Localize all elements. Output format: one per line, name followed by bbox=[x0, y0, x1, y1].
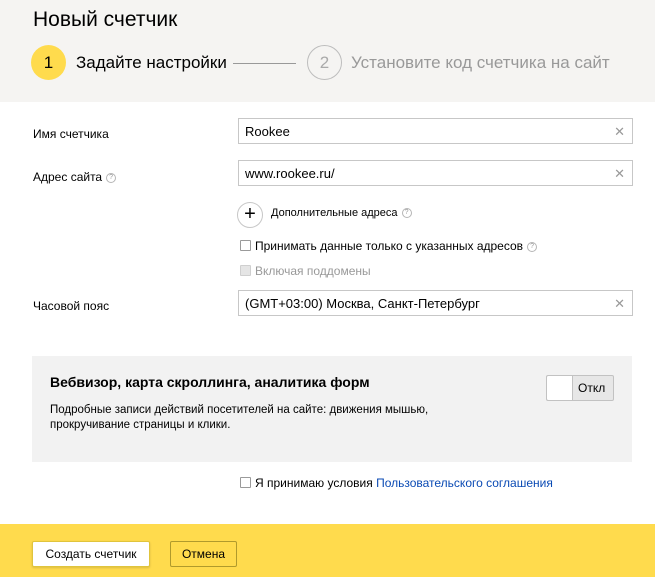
webvisor-panel: Вебвизор, карта скроллинга, аналитика фо… bbox=[32, 356, 632, 462]
additional-addresses-row: Дополнительные адреса? bbox=[271, 207, 412, 219]
user-agreement-link[interactable]: Пользовательского соглашения bbox=[376, 476, 553, 490]
step-1-indicator: 1 bbox=[31, 45, 66, 80]
counter-name-field: ✕ bbox=[238, 118, 633, 144]
terms-checkbox[interactable] bbox=[240, 477, 251, 488]
page-header: Новый счетчик 1 Задайте настройки 2 Уста… bbox=[0, 0, 655, 102]
step-2-indicator: 2 bbox=[307, 45, 342, 80]
clear-icon[interactable]: ✕ bbox=[614, 124, 625, 140]
include-subdomains-label: Включая поддомены bbox=[255, 264, 371, 278]
site-address-input[interactable] bbox=[239, 161, 599, 185]
cancel-button[interactable]: Отмена bbox=[170, 541, 237, 567]
add-address-button[interactable]: + bbox=[237, 202, 263, 228]
step-1-label: Задайте настройки bbox=[76, 53, 227, 72]
clear-icon[interactable]: ✕ bbox=[614, 166, 625, 182]
include-subdomains-row: Включая поддомены bbox=[240, 264, 371, 278]
create-counter-button[interactable]: Создать счетчик bbox=[32, 541, 150, 567]
toggle-label: Откл bbox=[578, 381, 606, 395]
help-icon[interactable]: ? bbox=[401, 208, 412, 219]
help-icon[interactable]: ? bbox=[527, 241, 538, 252]
timezone-input[interactable] bbox=[239, 291, 599, 315]
step-connector bbox=[233, 63, 296, 64]
include-subdomains-checkbox bbox=[240, 265, 251, 276]
clear-icon[interactable]: ✕ bbox=[614, 296, 625, 312]
help-icon[interactable]: ? bbox=[106, 172, 117, 183]
site-address-field: ✕ bbox=[238, 160, 633, 186]
webvisor-title: Вебвизор, карта скроллинга, аналитика фо… bbox=[50, 374, 370, 390]
toggle-knob[interactable] bbox=[547, 376, 573, 400]
counter-name-label: Имя счетчика bbox=[33, 127, 109, 141]
timezone-field: ✕ bbox=[238, 290, 633, 316]
terms-row: Я принимаю условия Пользовательского сог… bbox=[240, 476, 553, 490]
webvisor-description: Подробные записи действий посетителей на… bbox=[50, 404, 429, 431]
counter-name-input[interactable] bbox=[239, 119, 599, 143]
terms-text[interactable]: Я принимаю условия bbox=[255, 476, 376, 490]
site-address-label-row: Адрес сайта? bbox=[33, 170, 117, 184]
page-title: Новый счетчик bbox=[33, 8, 178, 31]
accept-only-checkbox[interactable] bbox=[240, 240, 251, 251]
step-2-label: Установите код счетчика на сайт bbox=[351, 53, 610, 72]
site-address-label: Адрес сайта bbox=[33, 170, 103, 184]
timezone-label: Часовой пояс bbox=[33, 299, 110, 313]
webvisor-toggle[interactable]: Откл bbox=[546, 375, 614, 401]
accept-only-row: Принимать данные только с указанных адре… bbox=[240, 239, 538, 253]
additional-addresses-label[interactable]: Дополнительные адреса bbox=[271, 207, 398, 219]
accept-only-label[interactable]: Принимать данные только с указанных адре… bbox=[255, 239, 523, 253]
